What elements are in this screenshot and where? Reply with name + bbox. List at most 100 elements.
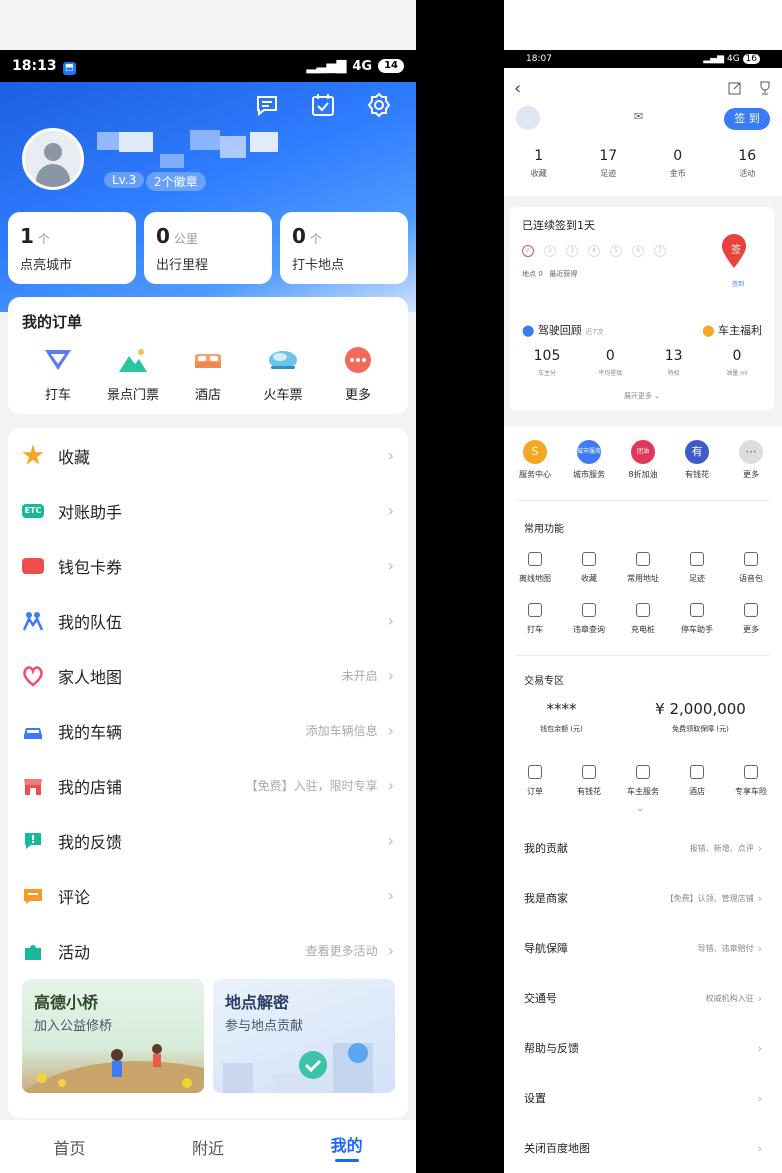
list-item-nav-guarantee[interactable]: 导航保障 导错、违章赔付 › — [504, 923, 782, 973]
wallet-label: 钱包余额 (元) — [540, 725, 583, 733]
func-voice[interactable]: 语音包 — [725, 552, 777, 584]
wallet-guarantee[interactable]: ¥ 2,000,000 免费领取保障 (元) — [655, 700, 746, 734]
list-item-contribution[interactable]: 我的贡献 报错、新增、点评 › — [504, 823, 782, 873]
promo-place-card[interactable]: 地点解密 参与地点贡献 — [213, 979, 395, 1093]
menu-item-vehicle[interactable]: 我的车辆 添加车辆信息 › — [8, 703, 408, 758]
service-center[interactable]: S 服务中心 — [509, 440, 561, 480]
service-more[interactable]: ⋯ 更多 — [725, 440, 777, 480]
chevron-right-icon: › — [757, 1141, 762, 1155]
stats-row: 1 收藏 17 足迹 0 金币 16 活动 — [504, 148, 782, 179]
stat-checkins[interactable]: 0个 打卡地点 — [280, 212, 408, 284]
mail-icon[interactable]: ✉ — [634, 110, 643, 123]
tab-home[interactable]: 首页 — [53, 1135, 85, 1159]
stat-label: 足迹 — [600, 169, 617, 178]
day-dot: ✓ — [522, 245, 534, 257]
stat-distance[interactable]: 0 公里 出行里程 — [144, 212, 272, 284]
order-tickets[interactable]: 景点门票 — [101, 346, 165, 403]
document-icon — [528, 765, 542, 779]
star-icon — [22, 444, 44, 465]
list-item-close-map[interactable]: 关闭百度地图 › — [504, 1123, 782, 1173]
avatar[interactable] — [22, 128, 84, 190]
chevron-right-icon: › — [757, 1041, 762, 1055]
trade-orders[interactable]: 订单 — [509, 765, 561, 797]
list-item-help[interactable]: 帮助与反馈 › — [504, 1023, 782, 1073]
service-youqianhua[interactable]: 有有钱花 — [671, 440, 723, 480]
menu-item-etc[interactable]: ETC 对账助手 › — [8, 483, 408, 538]
chevron-right-icon: › — [387, 776, 394, 795]
menu-item-feedback[interactable]: 我的反馈 › — [8, 813, 408, 868]
trade-insurance[interactable]: 专享车险 — [725, 765, 777, 797]
stat-unit: 个 — [37, 232, 50, 246]
order-taxi[interactable]: 打车 — [26, 346, 90, 403]
menu-item-shop[interactable]: 我的店铺 【免费】入驻，限时专享 › — [8, 758, 408, 813]
chevron-right-icon: › — [387, 941, 394, 960]
id-card-icon — [582, 765, 596, 779]
service-fuel[interactable]: 团油 8折加油 — [617, 440, 669, 480]
stat-coins[interactable]: 0 金币 — [648, 148, 708, 179]
trade-youqianhua[interactable]: 有钱花 — [563, 765, 615, 797]
day-dot: 7 — [654, 245, 666, 257]
stat-activities[interactable]: 16 活动 — [717, 148, 777, 179]
list-item-settings[interactable]: 设置 › — [504, 1073, 782, 1123]
stat-label: 出行里程 — [156, 258, 209, 273]
checkin-calendar-icon[interactable] — [310, 92, 336, 118]
order-train[interactable]: 火车票 — [251, 346, 315, 403]
service-city[interactable]: 城市服务 城市服务 — [563, 440, 615, 480]
order-more[interactable]: 更多 — [326, 346, 390, 403]
expand-more-button[interactable]: 展开更多 ⌄ — [510, 391, 774, 401]
settings-gear-icon[interactable] — [366, 92, 392, 118]
tab-mine[interactable]: 我的 — [331, 1132, 363, 1162]
star-icon — [582, 552, 596, 566]
common-row-1: 离线地图 收藏 常用地址 足迹 语音包 — [504, 552, 782, 584]
menu-item-activities[interactable]: 活动 查看更多活动 › — [8, 923, 408, 978]
avatar[interactable] — [516, 106, 540, 130]
sign-in-button[interactable]: 签 到 — [724, 108, 770, 130]
perk-wrap[interactable]: ⬤ 车主福利 — [702, 322, 762, 338]
edit-icon[interactable] — [728, 81, 742, 95]
day-dot: 6 — [632, 245, 644, 257]
chevron-down-icon[interactable]: ⌄ — [636, 803, 644, 814]
status-time: 18:07 — [526, 54, 552, 64]
menu-label: 我的反馈 — [58, 832, 123, 852]
medal-count-badge[interactable]: 2个徽章 — [146, 172, 206, 191]
stat-value: 1 — [534, 148, 544, 164]
stat-footprints[interactable]: 17 足迹 — [578, 148, 638, 179]
list-item-traffic-account[interactable]: 交通号 权威机构入驻 › — [504, 973, 782, 1023]
func-label: 违章查询 — [573, 625, 605, 634]
wallet-balance[interactable]: **** 钱包余额 (元) — [540, 700, 583, 734]
menu-label: 我的车辆 — [58, 722, 123, 742]
func-favorites[interactable]: 收藏 — [563, 552, 615, 584]
menu-item-team[interactable]: 我的队伍 › — [8, 593, 408, 648]
network-type: 4G — [352, 58, 373, 74]
promo-bridge-card[interactable]: 高德小桥 加入公益修桥 — [22, 979, 204, 1093]
message-icon[interactable] — [254, 92, 280, 118]
func-address[interactable]: 常用地址 — [617, 552, 669, 584]
stat-label: 打卡地点 — [292, 258, 345, 273]
order-hotel[interactable]: 酒店 — [176, 346, 240, 403]
menu-item-favorites[interactable]: 收藏 › — [8, 428, 408, 483]
trophy-icon[interactable] — [758, 81, 772, 95]
trade-label: 专享车险 — [735, 787, 767, 796]
level-badge[interactable]: Lv.3 — [104, 172, 145, 188]
trade-hotel[interactable]: 酒店 — [671, 765, 723, 797]
list-item-merchant[interactable]: 我是商家 【免费】认领、管理店铺 › — [504, 873, 782, 923]
expand-label: 展开更多 — [623, 392, 652, 400]
func-offline-map[interactable]: 离线地图 — [509, 552, 561, 584]
menu-item-wallet[interactable]: 钱包卡券 › — [8, 538, 408, 593]
service-icon: 团油 — [631, 440, 655, 464]
stat-favorites[interactable]: 1 收藏 — [509, 148, 569, 179]
menu-item-family-map[interactable]: 家人地图 未开启 › — [8, 648, 408, 703]
func-taxi[interactable]: 打车 — [509, 603, 561, 635]
menu-item-comments[interactable]: 评论 › — [8, 868, 408, 923]
menu-label: 评论 — [58, 887, 91, 907]
trade-car-service[interactable]: 车主服务 — [617, 765, 669, 797]
stat-cities[interactable]: 1个 点亮城市 — [8, 212, 136, 284]
back-arrow-icon[interactable]: ‹ — [514, 78, 521, 99]
func-charger[interactable]: 充电桩 — [617, 603, 669, 635]
drive-title-wrap[interactable]: ⬤ 驾驶回顾 近7次 — [522, 322, 604, 338]
tab-nearby[interactable]: 附近 — [192, 1135, 224, 1159]
func-more[interactable]: 更多 — [725, 603, 777, 635]
func-violation[interactable]: 违章查询 — [563, 603, 615, 635]
func-footprints[interactable]: 足迹 — [671, 552, 723, 584]
func-parking[interactable]: 停车助手 — [671, 603, 723, 635]
